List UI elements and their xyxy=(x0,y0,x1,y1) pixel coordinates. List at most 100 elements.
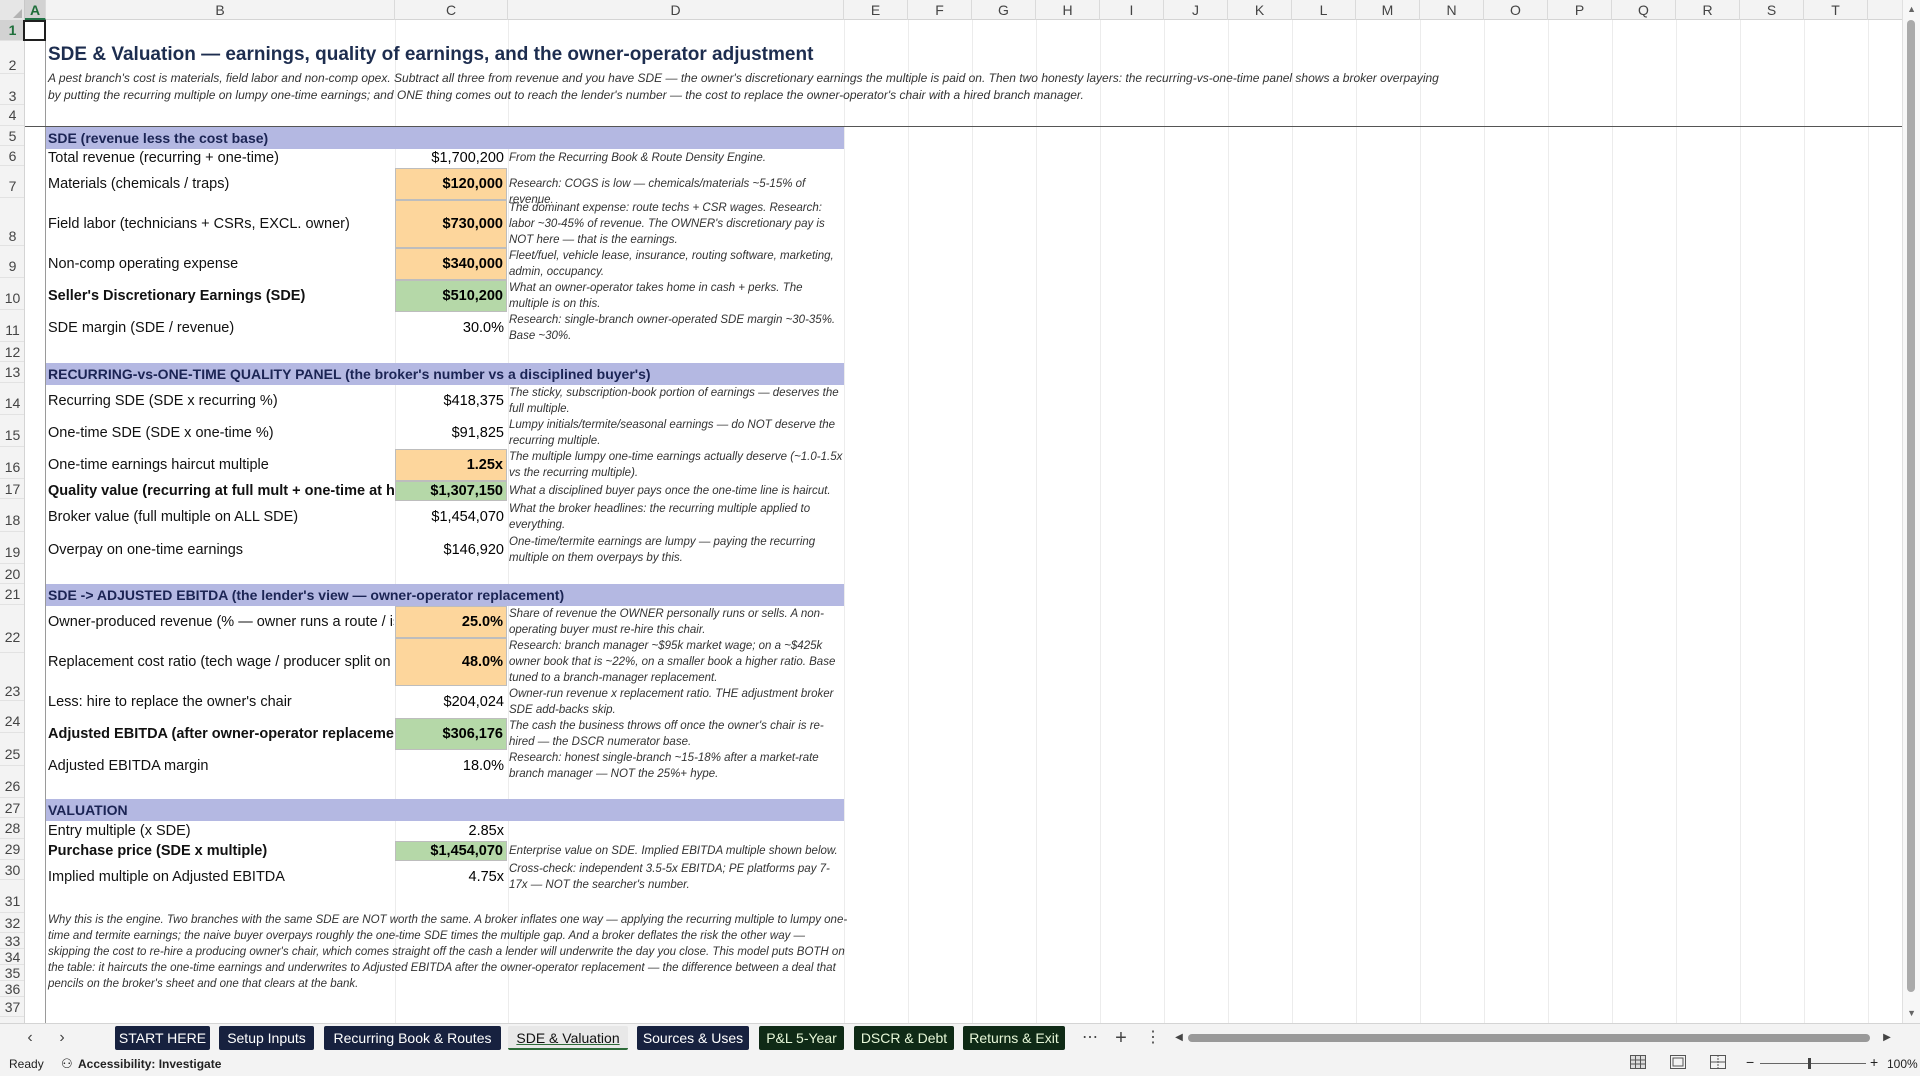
row-header-15[interactable]: 15 xyxy=(0,415,24,447)
note-purchase-price[interactable]: Enterprise value on SDE. Implied EBITDA … xyxy=(509,843,845,861)
input-replacement-ratio[interactable]: 48.0% xyxy=(395,638,507,686)
row-header-31[interactable]: 31 xyxy=(0,880,24,913)
row-header-20[interactable]: 20 xyxy=(0,564,24,584)
note-overpay[interactable]: One-time/termite earnings are lumpy — pa… xyxy=(509,534,845,566)
row-header-10[interactable]: 10 xyxy=(0,278,24,310)
row-header-21[interactable]: 21 xyxy=(0,584,24,605)
accessibility-status[interactable]: Accessibility: Investigate xyxy=(78,1057,221,1071)
tab-sde-valuation[interactable]: SDE & Valuation xyxy=(508,1026,628,1050)
column-header-t[interactable]: T xyxy=(1804,0,1868,20)
label-ebitda-margin[interactable]: Adjusted EBITDA margin xyxy=(46,750,394,782)
note-materials[interactable]: Research: COGS is low — chemicals/materi… xyxy=(509,176,845,206)
row-header-14[interactable]: 14 xyxy=(0,383,24,415)
label-implied-multiple[interactable]: Implied multiple on Adjusted EBITDA xyxy=(46,861,394,894)
column-header-c[interactable]: C xyxy=(395,0,508,20)
tab-scroll-left-icon[interactable]: ‹ xyxy=(20,1026,40,1050)
zoom-out-icon[interactable]: − xyxy=(1746,1054,1754,1070)
zoom-level[interactable]: 100% xyxy=(1887,1057,1918,1071)
row-header-29[interactable]: 29 xyxy=(0,839,24,860)
column-header-r[interactable]: R xyxy=(1676,0,1740,20)
value-replace-owner-chair[interactable]: $204,024 xyxy=(395,686,507,718)
tab-sources-uses[interactable]: Sources & Uses xyxy=(637,1026,749,1050)
note-replacement-ratio[interactable]: Research: branch manager ~$95k market wa… xyxy=(509,638,845,686)
row-header-3[interactable]: 3 xyxy=(0,74,24,105)
vertical-scrollbar[interactable]: ▲ ▼ xyxy=(1902,0,1920,1023)
result-sde[interactable]: $510,200 xyxy=(395,280,507,312)
note-ebitda-margin[interactable]: Research: honest single-branch ~15-18% a… xyxy=(509,750,845,782)
result-adjusted-ebitda[interactable]: $306,176 xyxy=(395,718,507,750)
label-adjusted-ebitda[interactable]: Adjusted EBITDA (after owner-operator re… xyxy=(46,718,394,750)
column-header-s[interactable]: S xyxy=(1740,0,1804,20)
note-recurring-sde[interactable]: The sticky, subscription-book portion of… xyxy=(509,385,845,417)
accessibility-icon[interactable]: ⚇ xyxy=(61,1056,73,1072)
add-sheet-icon[interactable]: + xyxy=(1110,1026,1132,1050)
label-haircut-multiple[interactable]: One-time earnings haircut multiple xyxy=(46,449,394,481)
row-header-11[interactable]: 11 xyxy=(0,310,24,342)
page-break-view-icon[interactable] xyxy=(1710,1055,1726,1072)
value-broker-value[interactable]: $1,454,070 xyxy=(395,501,507,534)
value-overpay[interactable]: $146,920 xyxy=(395,534,507,566)
tab-setup-inputs[interactable]: Setup Inputs xyxy=(219,1026,314,1050)
row-header-23[interactable]: 23 xyxy=(0,653,24,701)
scroll-up-arrow-icon[interactable]: ▲ xyxy=(1907,4,1916,14)
row-header-4[interactable]: 4 xyxy=(0,105,24,126)
row-header-13[interactable]: 13 xyxy=(0,362,24,383)
note-haircut-multiple[interactable]: The multiple lumpy one-time earnings act… xyxy=(509,449,845,481)
column-header-i[interactable]: I xyxy=(1100,0,1164,20)
result-quality-value[interactable]: $1,307,150 xyxy=(395,481,507,501)
row-header-36[interactable]: 36 xyxy=(0,981,24,997)
select-all-corner[interactable] xyxy=(0,0,25,20)
column-header-a[interactable]: A xyxy=(25,0,46,20)
column-header-h[interactable]: H xyxy=(1036,0,1100,20)
row-header-2[interactable]: 2 xyxy=(0,41,24,74)
value-one-time-sde[interactable]: $91,825 xyxy=(395,417,507,449)
row-header-5[interactable]: 5 xyxy=(0,126,24,146)
row-header-30[interactable]: 30 xyxy=(0,860,24,880)
value-entry-multiple[interactable]: 2.85x xyxy=(395,821,507,841)
label-non-comp-opex[interactable]: Non-comp operating expense xyxy=(46,248,394,280)
input-materials[interactable]: $120,000 xyxy=(395,168,507,200)
value-recurring-sde[interactable]: $418,375 xyxy=(395,385,507,417)
hscroll-right-arrow-icon[interactable]: ▶ xyxy=(1880,1026,1894,1050)
note-broker-value[interactable]: What the broker headlines: the recurring… xyxy=(509,501,845,534)
tab-start-here[interactable]: START HERE xyxy=(115,1026,210,1050)
label-one-time-sde[interactable]: One-time SDE (SDE x one-time %) xyxy=(46,417,394,449)
note-replace-owner-chair[interactable]: Owner-run revenue x replacement ratio. T… xyxy=(509,686,845,718)
column-header-g[interactable]: G xyxy=(972,0,1036,20)
horizontal-scroll-thumb[interactable] xyxy=(1188,1034,1870,1042)
value-implied-multiple[interactable]: 4.75x xyxy=(395,861,507,894)
row-header-35[interactable]: 35 xyxy=(0,965,24,981)
note-quality-value[interactable]: What a disciplined buyer pays once the o… xyxy=(509,483,845,501)
input-owner-produced-revenue[interactable]: 25.0% xyxy=(395,606,507,638)
column-header-f[interactable]: F xyxy=(908,0,972,20)
row-header-28[interactable]: 28 xyxy=(0,818,24,839)
note-non-comp-opex[interactable]: Fleet/fuel, vehicle lease, insurance, ro… xyxy=(509,248,845,280)
note-implied-multiple[interactable]: Cross-check: independent 3.5-5x EBITDA; … xyxy=(509,861,845,894)
label-sde-margin[interactable]: SDE margin (SDE / revenue) xyxy=(46,312,394,344)
label-broker-value[interactable]: Broker value (full multiple on ALL SDE) xyxy=(46,501,394,534)
zoom-slider-handle[interactable] xyxy=(1808,1058,1811,1069)
label-total-revenue[interactable]: Total revenue (recurring + one-time) xyxy=(46,148,394,168)
normal-view-icon[interactable] xyxy=(1630,1055,1646,1072)
result-purchase-price[interactable]: $1,454,070 xyxy=(395,841,507,861)
column-header-m[interactable]: M xyxy=(1356,0,1420,20)
note-sde[interactable]: What an owner-operator takes home in cas… xyxy=(509,280,845,312)
label-sde[interactable]: Seller's Discretionary Earnings (SDE) xyxy=(46,280,394,312)
vertical-scroll-thumb[interactable] xyxy=(1907,20,1915,992)
column-header-b[interactable]: B xyxy=(46,0,395,20)
row-header-24[interactable]: 24 xyxy=(0,701,24,733)
column-header-p[interactable]: P xyxy=(1548,0,1612,20)
label-materials[interactable]: Materials (chemicals / traps) xyxy=(46,168,394,200)
note-owner-produced-revenue[interactable]: Share of revenue the OWNER personally ru… xyxy=(509,606,845,638)
row-header-37[interactable]: 37 xyxy=(0,997,24,1017)
column-header-n[interactable]: N xyxy=(1420,0,1484,20)
row-header-12[interactable]: 12 xyxy=(0,342,24,362)
label-field-labor[interactable]: Field labor (technicians + CSRs, EXCL. o… xyxy=(46,200,394,248)
row-header-6[interactable]: 6 xyxy=(0,146,24,166)
note-adjusted-ebitda[interactable]: The cash the business throws off once th… xyxy=(509,718,845,750)
value-sde-margin[interactable]: 30.0% xyxy=(395,312,507,344)
scroll-down-arrow-icon[interactable]: ▼ xyxy=(1907,1008,1916,1018)
column-header-d[interactable]: D xyxy=(508,0,844,20)
input-non-comp-opex[interactable]: $340,000 xyxy=(395,248,507,280)
row-header-9[interactable]: 9 xyxy=(0,246,24,278)
